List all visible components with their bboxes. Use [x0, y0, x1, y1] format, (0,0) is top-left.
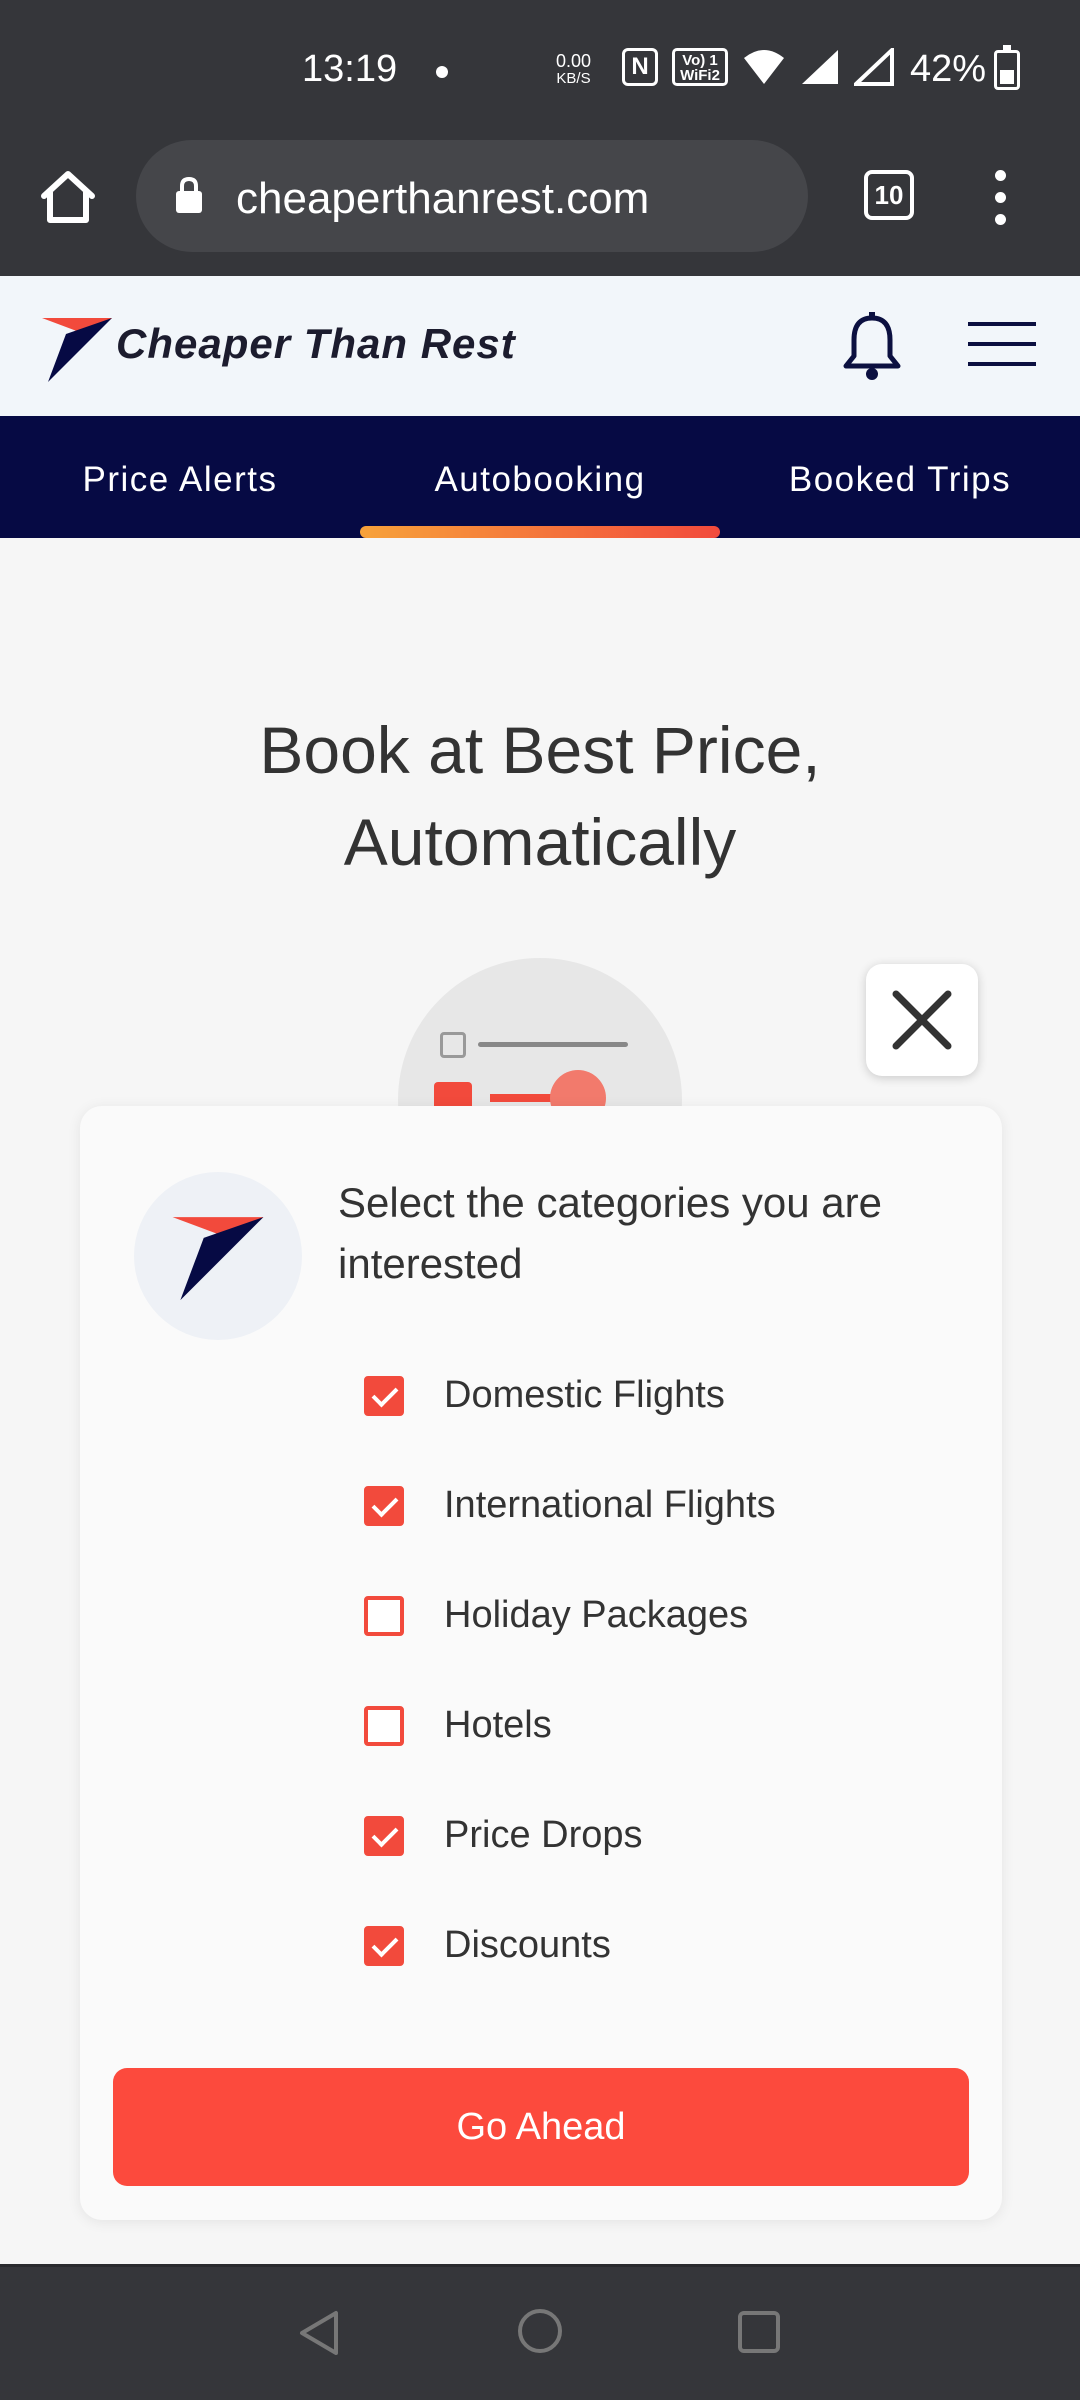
modal-heading: Select the categories you are interested — [338, 1179, 882, 1287]
notification-dot-icon — [436, 66, 448, 78]
tab-price-alerts[interactable]: Price Alerts — [0, 416, 360, 538]
system-nav-bar — [0, 2264, 1080, 2400]
checkbox[interactable] — [364, 1706, 404, 1746]
more-vert-icon[interactable] — [990, 170, 1010, 226]
circle-home-icon[interactable] — [518, 2309, 562, 2353]
active-tab-indicator — [360, 526, 720, 538]
signal-icon — [802, 50, 838, 84]
status-bar: 13:19 0.00 KB/S N Vo) 1 WiFi2 42% — [0, 0, 1080, 140]
wifi-icon — [744, 50, 784, 84]
browser-toolbar: cheaperthanrest.com 10 — [0, 140, 1080, 276]
lock-icon — [176, 176, 202, 213]
back-triangle-icon[interactable] — [296, 2309, 344, 2357]
home-icon[interactable] — [36, 166, 100, 230]
illustration-checkbox — [440, 1032, 466, 1058]
site-header: Cheaper Than Rest — [0, 276, 1080, 416]
site-logo-text[interactable]: Cheaper Than Rest — [116, 320, 516, 368]
wifi-calling-icon: Vo) 1 WiFi2 — [672, 48, 728, 86]
category-item[interactable]: Discounts — [364, 1906, 924, 2016]
tabs-icon[interactable]: 10 — [864, 170, 914, 220]
status-time: 13:19 — [302, 48, 398, 90]
logo-icon[interactable] — [40, 312, 114, 384]
network-speed-value: 0.00 — [556, 51, 592, 71]
tab-autobooking[interactable]: Autobooking — [360, 416, 720, 538]
checkbox[interactable] — [364, 1596, 404, 1636]
bell-icon[interactable] — [840, 312, 904, 382]
category-item[interactable]: Holiday Packages — [364, 1576, 924, 1686]
close-button[interactable] — [866, 964, 978, 1076]
category-label: Domestic Flights — [444, 1374, 725, 1416]
status-icons: N Vo) 1 WiFi2 — [622, 48, 894, 86]
network-speed: 0.00 KB/S — [556, 52, 591, 88]
category-item[interactable]: Domestic Flights — [364, 1356, 924, 1466]
checkbox[interactable] — [364, 1486, 404, 1526]
tab-bar: Price Alerts Autobooking Booked Trips — [0, 416, 1080, 538]
network-speed-unit: KB/S — [556, 70, 591, 87]
category-label: Hotels — [444, 1704, 552, 1746]
category-label: Discounts — [444, 1924, 611, 1966]
battery-percent: 42% — [910, 48, 987, 90]
page-title: Book at Best Price, Automatically — [259, 713, 821, 879]
go-ahead-button[interactable]: Go Ahead — [113, 2068, 969, 2186]
tab-booked-trips[interactable]: Booked Trips — [720, 416, 1080, 538]
address-bar[interactable]: cheaperthanrest.com — [136, 140, 808, 252]
signal-icon-2 — [854, 48, 894, 86]
category-item[interactable]: Hotels — [364, 1686, 924, 1796]
nfc-icon: N — [622, 48, 658, 86]
logo-icon — [172, 1217, 264, 1301]
category-list: Domestic Flights International Flights H… — [364, 1356, 924, 2016]
hamburger-icon[interactable] — [968, 322, 1038, 370]
category-label: Holiday Packages — [444, 1594, 749, 1636]
illustration-line — [478, 1042, 628, 1047]
modal-logo — [134, 1172, 302, 1340]
close-icon — [892, 990, 952, 1050]
category-modal: Select the categories you are interested… — [80, 1106, 1002, 2220]
checkbox[interactable] — [364, 1816, 404, 1856]
category-item[interactable]: International Flights — [364, 1466, 924, 1576]
category-item[interactable]: Price Drops — [364, 1796, 924, 1906]
square-recents-icon[interactable] — [738, 2311, 780, 2353]
checkbox[interactable] — [364, 1926, 404, 1966]
checkbox[interactable] — [364, 1376, 404, 1416]
category-label: International Flights — [444, 1484, 776, 1526]
battery-icon — [994, 45, 1020, 90]
category-label: Price Drops — [444, 1814, 643, 1856]
url-text: cheaperthanrest.com — [236, 174, 650, 223]
